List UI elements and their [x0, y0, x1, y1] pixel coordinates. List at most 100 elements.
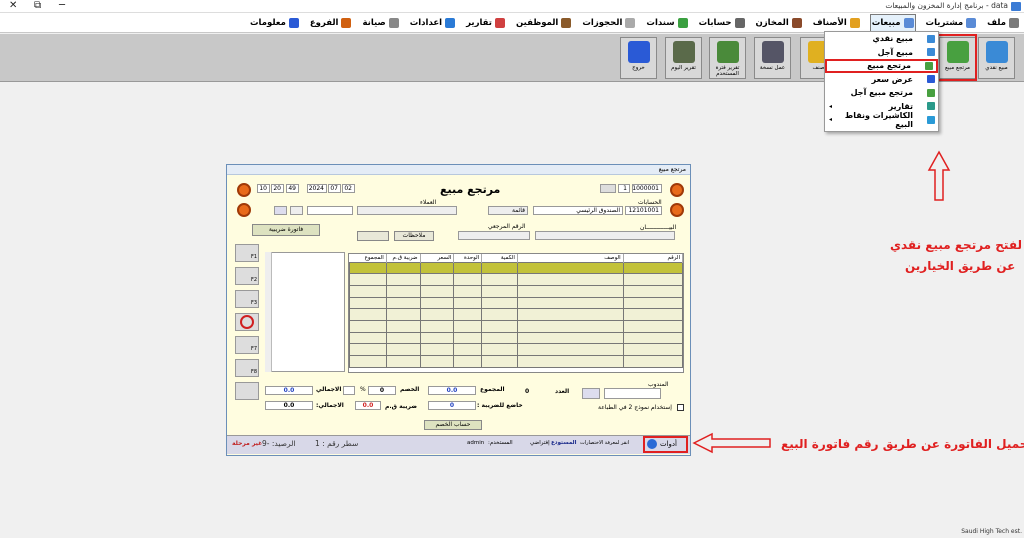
grid-cell[interactable] — [453, 261, 483, 275]
f1-button[interactable]: F1 — [235, 244, 259, 262]
grid-cell[interactable] — [453, 343, 483, 356]
menu-item-0[interactable]: ملف — [986, 14, 1020, 32]
doc-number[interactable]: 1000001 — [632, 184, 662, 193]
discount-type-select[interactable] — [343, 386, 355, 395]
grid-cell[interactable] — [419, 331, 455, 345]
menu-item-8[interactable]: الموظفين — [515, 14, 572, 32]
account-name[interactable]: الصندوق الرئيسي — [533, 206, 623, 215]
grid-cell[interactable] — [349, 343, 387, 356]
toolbar-button-3[interactable]: عمل نسخة — [754, 37, 791, 79]
grid-cell[interactable] — [516, 308, 624, 321]
menu-item-6[interactable]: سندات — [645, 14, 688, 32]
toolbar-button-6[interactable]: خروج — [620, 37, 657, 79]
grid-cell[interactable] — [385, 284, 421, 298]
time-second[interactable]: 49 — [286, 184, 299, 193]
grid-cell[interactable] — [349, 296, 387, 310]
grid-cell[interactable] — [419, 284, 455, 298]
date-month[interactable]: 07 — [328, 184, 341, 193]
grid-cell[interactable] — [622, 273, 684, 286]
menu-item-10[interactable]: اعدادات — [409, 14, 456, 32]
nav-first-button[interactable] — [237, 183, 251, 197]
grid-cell[interactable] — [481, 284, 518, 298]
f3-button[interactable]: F3 — [235, 290, 259, 308]
grid-cell[interactable] — [419, 319, 455, 333]
delegate-search-icon[interactable] — [582, 388, 600, 399]
grid-header[interactable]: السعر — [420, 254, 455, 262]
reference-field[interactable] — [458, 231, 530, 240]
grid-cell[interactable] — [385, 261, 421, 275]
grid-cell[interactable] — [419, 355, 455, 368]
account-code[interactable]: 12101001 — [625, 206, 662, 215]
table-row[interactable] — [349, 273, 684, 286]
grid-cell[interactable] — [516, 331, 624, 345]
grid-cell[interactable] — [385, 343, 421, 356]
print-checkbox[interactable] — [677, 404, 684, 411]
dropdown-item-0[interactable]: مبيع نقدي — [825, 32, 938, 46]
scrollbar[interactable] — [265, 252, 272, 372]
grid-cell[interactable] — [385, 308, 421, 321]
cancel-button[interactable] — [235, 313, 259, 331]
notes-extra-button[interactable] — [357, 231, 389, 241]
grid-cell[interactable] — [481, 319, 518, 333]
grid-cell[interactable] — [385, 319, 421, 333]
grid-cell[interactable] — [481, 331, 518, 345]
menu-item-9[interactable]: تقارير — [465, 14, 506, 32]
date-day[interactable]: 02 — [342, 184, 355, 193]
grid-cell[interactable] — [453, 284, 483, 298]
search-client-icon[interactable] — [274, 206, 287, 215]
grid-cell[interactable] — [622, 355, 684, 368]
new-client-icon[interactable] — [290, 206, 303, 215]
grid-cell[interactable] — [481, 296, 518, 310]
toolbar-button-4[interactable]: تقرير فترة المستخدم — [709, 37, 746, 79]
grid-cell[interactable] — [622, 343, 684, 356]
grid-header[interactable]: ضريبة ق.م — [386, 254, 421, 262]
menu-item-4[interactable]: المخازن — [755, 14, 803, 32]
notes-button[interactable]: ملاحظات — [394, 231, 434, 241]
table-row[interactable] — [349, 355, 684, 368]
menu-item-1[interactable]: مشتريات — [925, 14, 978, 32]
client-name-field[interactable] — [357, 206, 457, 215]
table-row[interactable] — [349, 308, 684, 321]
grid-cell[interactable] — [516, 284, 624, 298]
restore-window-button[interactable]: ⧉ — [34, 0, 41, 12]
client-code-field[interactable] — [307, 206, 353, 215]
grid-cell[interactable] — [453, 331, 483, 345]
menu-item-7[interactable]: الحجوزات — [581, 14, 636, 32]
menu-item-13[interactable]: معلومات — [249, 14, 300, 32]
nav-last-button[interactable] — [670, 183, 684, 197]
menu-item-12[interactable]: الفروع — [309, 14, 353, 32]
grid-cell[interactable] — [622, 308, 684, 321]
table-row[interactable] — [349, 284, 684, 298]
grid-cell[interactable] — [481, 343, 518, 356]
dropdown-item-2[interactable]: مرتجع مبيع — [825, 59, 938, 73]
grid-header[interactable]: الرقم — [623, 254, 684, 262]
date-year[interactable]: 2024 — [307, 184, 327, 193]
grid-cell[interactable] — [385, 296, 421, 310]
time-minute[interactable]: 20 — [271, 184, 284, 193]
grid-cell[interactable] — [453, 308, 483, 321]
grid-cell[interactable] — [349, 355, 387, 368]
menu-item-3[interactable]: الأصناف — [812, 14, 861, 32]
grid-cell[interactable] — [453, 273, 483, 286]
grid-cell[interactable] — [385, 273, 421, 286]
grid-cell[interactable] — [419, 296, 455, 310]
dropdown-item-6[interactable]: الكاشيرات ونقاط البيع ◂ — [825, 111, 938, 129]
grid-cell[interactable] — [453, 296, 483, 310]
exit-button[interactable] — [235, 382, 259, 400]
grid-cell[interactable] — [385, 355, 421, 368]
table-row[interactable] — [349, 296, 684, 310]
dropdown-item-4[interactable]: مرتجع مبيع آجل — [825, 86, 938, 100]
grid-cell[interactable] — [349, 319, 387, 333]
table-row[interactable] — [349, 343, 684, 356]
grid-cell[interactable] — [516, 343, 624, 356]
grid-cell[interactable] — [419, 343, 455, 356]
nav-next-button[interactable] — [670, 203, 684, 217]
grid-cell[interactable] — [516, 261, 624, 275]
calc-discount-button[interactable]: حساب الخصم — [424, 420, 482, 430]
grid-header[interactable]: الكمية — [481, 254, 518, 262]
search-f7-button[interactable]: F7 — [235, 336, 259, 354]
grid-cell[interactable] — [349, 331, 387, 345]
close-window-button[interactable]: ✕ — [9, 0, 17, 12]
grid-cell[interactable] — [516, 355, 624, 368]
toolbar-button-5[interactable]: تقرير اليوم — [665, 37, 702, 79]
